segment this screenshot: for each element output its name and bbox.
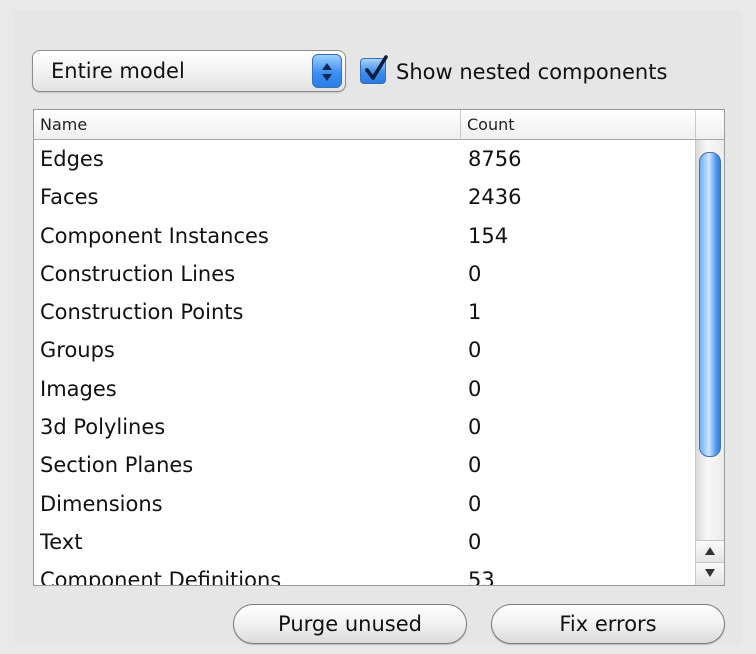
arrow-up-icon: [705, 547, 715, 555]
row-name: Component Instances: [40, 223, 269, 248]
purge-unused-button[interactable]: Purge unused: [233, 604, 467, 644]
row-count: 0: [468, 415, 482, 440]
table-row[interactable]: Images 0: [34, 370, 696, 408]
scrollbar-thumb[interactable]: [699, 152, 721, 457]
table-row[interactable]: Component Definitions 53: [34, 561, 696, 586]
row-count: 1: [468, 300, 482, 325]
row-name: Groups: [40, 338, 115, 363]
row-count: 0: [468, 529, 482, 554]
row-count: 154: [468, 223, 509, 248]
show-nested-label: Show nested components: [396, 60, 668, 84]
row-count: 53: [468, 568, 495, 586]
row-name: Images: [40, 376, 117, 401]
row-count: 2436: [468, 185, 522, 210]
scroll-down-button[interactable]: [696, 562, 724, 585]
row-count: 0: [468, 376, 482, 401]
row-name: Faces: [40, 185, 99, 210]
column-header-count[interactable]: Count: [461, 110, 696, 139]
row-name: Construction Points: [40, 300, 244, 325]
table-row[interactable]: Edges 8756: [34, 140, 696, 178]
row-count: 0: [468, 453, 482, 478]
scope-dropdown-value: Entire model: [51, 59, 185, 83]
row-count: 8756: [468, 147, 522, 171]
table-header: Name Count: [34, 110, 724, 140]
table-row[interactable]: 3d Polylines 0: [34, 408, 696, 446]
checkmark-icon: [365, 55, 388, 80]
row-count: 0: [468, 338, 482, 363]
row-count: 0: [468, 491, 482, 516]
table-row[interactable]: Component Instances 154: [34, 217, 696, 255]
row-count: 0: [468, 261, 482, 286]
up-down-arrows-icon: [312, 54, 342, 88]
row-name: Component Definitions: [40, 568, 282, 586]
row-name: Edges: [40, 147, 104, 171]
table-row[interactable]: Construction Points 1: [34, 293, 696, 331]
table-body: Edges 8756 Faces 2436 Component Instances 1…: [34, 140, 696, 586]
arrow-down-icon: [705, 569, 715, 577]
scroll-up-button[interactable]: [696, 540, 724, 563]
statistics-table: Name Count Edges 8756 Faces 2436 Component…: [33, 109, 725, 586]
row-name: Text: [40, 529, 83, 554]
row-name: Construction Lines: [40, 261, 236, 286]
table-row[interactable]: Section Planes 0: [34, 446, 696, 484]
row-name: Dimensions: [40, 491, 163, 516]
column-header-corner: [696, 110, 724, 139]
row-name: Section Planes: [40, 453, 194, 478]
table-row[interactable]: Text 0: [34, 523, 696, 561]
column-header-name[interactable]: Name: [34, 110, 461, 139]
show-nested-checkbox[interactable]: [360, 55, 388, 84]
vertical-scrollbar[interactable]: [695, 140, 724, 585]
table-row[interactable]: Dimensions 0: [34, 485, 696, 523]
table-row[interactable]: Construction Lines 0: [34, 255, 696, 293]
table-row[interactable]: Groups 0: [34, 331, 696, 369]
scope-dropdown[interactable]: Entire model: [32, 50, 346, 92]
row-name: 3d Polylines: [40, 415, 166, 440]
fix-errors-button[interactable]: Fix errors: [491, 604, 725, 644]
table-row[interactable]: Faces 2436: [34, 178, 696, 216]
